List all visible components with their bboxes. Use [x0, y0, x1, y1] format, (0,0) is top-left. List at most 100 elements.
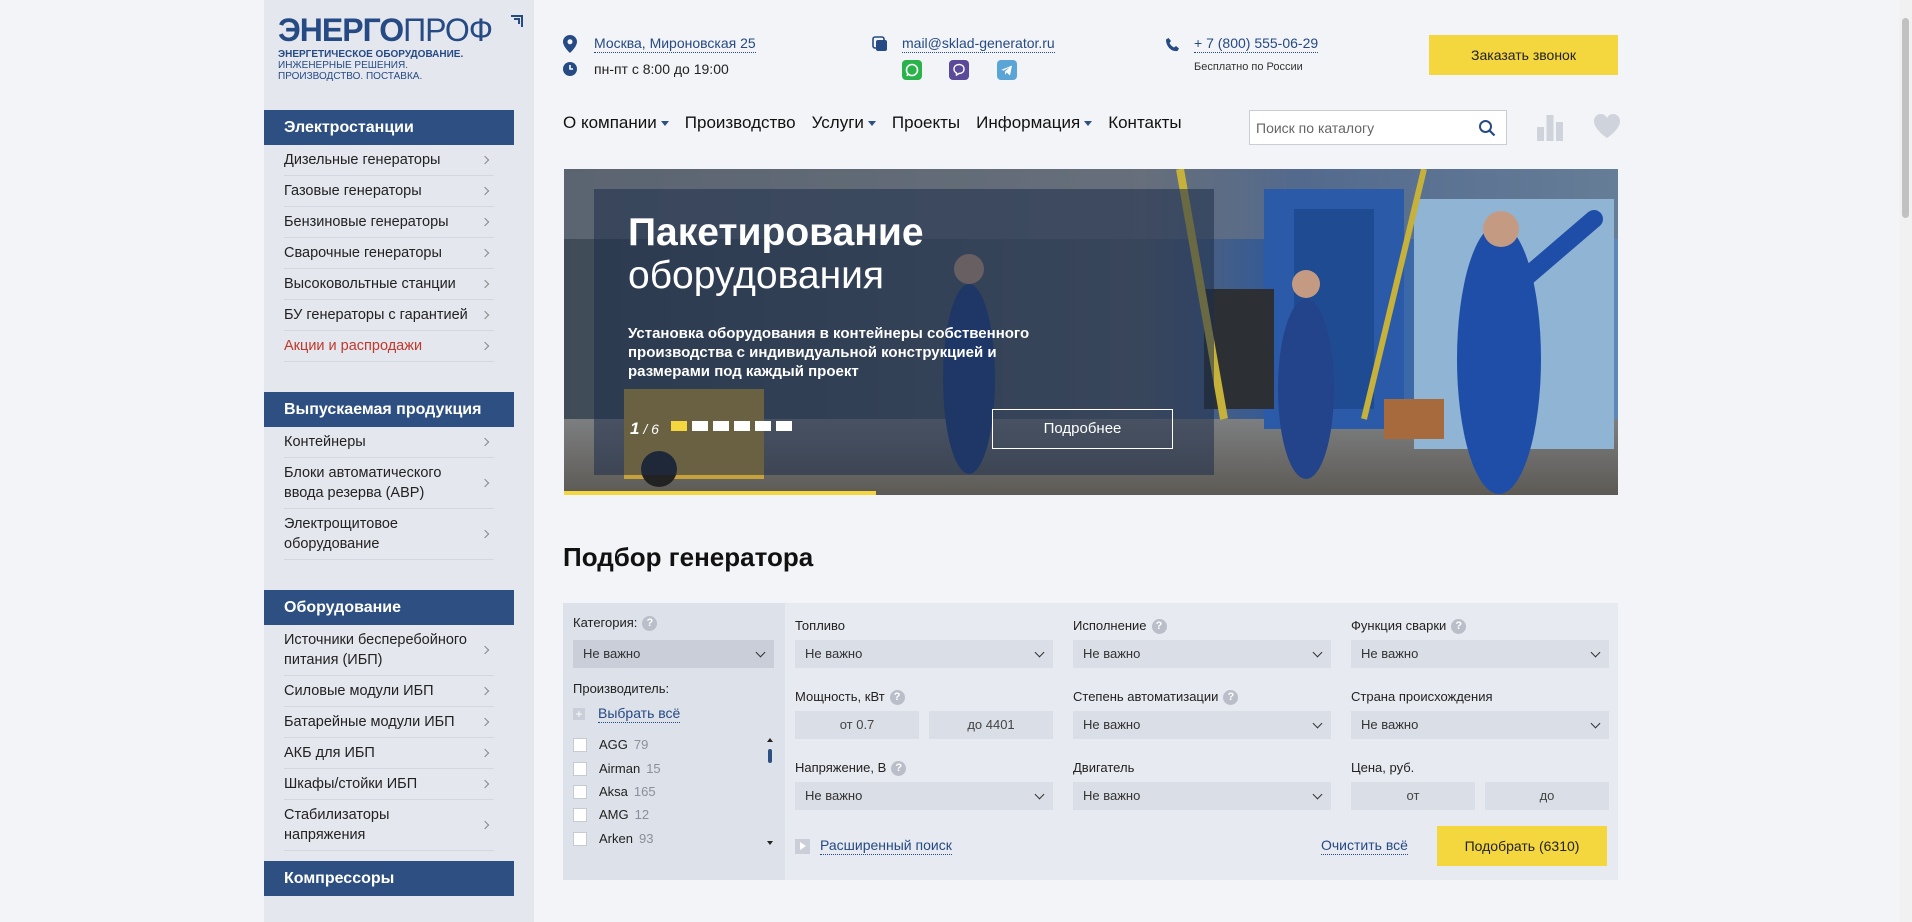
manufacturer-checkbox[interactable]: Airman 15 [573, 761, 661, 776]
hero-banner[interactable]: Пакетирование оборудования Установка обо… [564, 169, 1618, 495]
nav-item-services[interactable]: Услуги [812, 113, 876, 133]
sidebar-item-cabinets[interactable]: Шкафы/стойки ИБП [284, 769, 494, 800]
sidebar-item-used[interactable]: БУ генераторы с гарантией [284, 300, 494, 331]
advanced-search-link[interactable]: Расширенный поиск [795, 837, 952, 855]
sidebar-item-sales[interactable]: Акции и распродажи [284, 331, 494, 362]
manufacturer-checkbox[interactable]: Arken 93 [573, 831, 653, 846]
help-icon[interactable]: ? [1451, 619, 1467, 635]
clear-all-link[interactable]: Очистить всё [1321, 837, 1408, 855]
slide-dot[interactable] [713, 421, 729, 431]
logo[interactable]: ЭНЕРГОПРОФ ЭНЕРГЕТИЧЕСКОЕ ОБОРУДОВАНИЕ. … [278, 14, 523, 94]
sidebar-item-petrol[interactable]: Бензиновые генераторы [284, 207, 494, 238]
sidebar-item-ups[interactable]: Источники бесперебойного питания (ИБП) [284, 625, 494, 676]
sidebar-item-containers[interactable]: Контейнеры [284, 427, 494, 458]
sidebar-item-stabilizers[interactable]: Стабилизаторы напряжения [284, 800, 494, 851]
welding-label: Функция сварки? [1351, 618, 1467, 635]
voltage-select[interactable]: Не важно [795, 782, 1053, 810]
sidebar-item-battery-modules[interactable]: Батарейные модули ИБП [284, 707, 494, 738]
price-to-input[interactable]: до [1485, 782, 1609, 810]
welding-select[interactable]: Не важно [1351, 640, 1609, 668]
slide-dot[interactable] [692, 421, 708, 431]
nav-item-info[interactable]: Информация [976, 113, 1093, 133]
power-from-input[interactable]: от 0.7 [795, 711, 919, 739]
slide-dots [671, 421, 792, 431]
sidebar-item-batteries[interactable]: АКБ для ИБП [284, 738, 494, 769]
catalog-search [1249, 110, 1507, 145]
copy-email-icon[interactable] [872, 36, 888, 52]
search-input[interactable] [1250, 111, 1460, 144]
help-icon[interactable]: ? [891, 761, 907, 777]
whatsapp-icon[interactable] [902, 60, 922, 80]
telegram-icon[interactable] [997, 60, 1017, 80]
selector-title: Подбор генератора [563, 542, 814, 572]
sidebar-item-power-modules[interactable]: Силовые модули ИБП [284, 676, 494, 707]
slide-dot[interactable] [755, 421, 771, 431]
order-call-button[interactable]: Заказать звонок [1429, 35, 1618, 75]
pick-button[interactable]: Подобрать (6310) [1437, 826, 1607, 866]
manufacturer-checkbox[interactable]: Aksa 165 [573, 784, 656, 799]
category-select[interactable]: Не важно [573, 640, 774, 668]
help-icon[interactable]: ? [1223, 690, 1239, 706]
slide-progress-bar [564, 491, 876, 495]
select-all-manufacturers[interactable]: + Выбрать всё [573, 705, 681, 723]
plus-icon: + [573, 708, 585, 720]
logo-corner-icon [511, 15, 523, 27]
sidebar-item-gas[interactable]: Газовые генераторы [284, 176, 494, 207]
slide-dot[interactable] [776, 421, 792, 431]
voltage-label: Напряжение, В? [795, 760, 907, 777]
price-from-input[interactable]: от [1351, 782, 1475, 810]
chevron-down-icon [660, 120, 669, 126]
engine-select[interactable]: Не важно [1073, 782, 1331, 810]
sidebar-item-ats[interactable]: Блоки автоматического ввода резерва (АВР… [284, 458, 494, 509]
main-nav: О компании Производство Услуги Проекты И… [563, 113, 1198, 133]
slide-dot[interactable] [671, 421, 687, 431]
design-label: Исполнение? [1073, 618, 1167, 635]
sidebar-item-high-voltage[interactable]: Высоковольтные станции [284, 269, 494, 300]
work-hours: пн-пт с 8:00 до 19:00 [594, 61, 729, 77]
country-select[interactable]: Не важно [1351, 711, 1609, 739]
sidebar-item-switchgear[interactable]: Электрощитовое оборудование [284, 509, 494, 560]
address-link[interactable]: Москва, Мироновская 25 [594, 35, 756, 53]
nav-item-production[interactable]: Производство [685, 113, 796, 133]
fuel-select[interactable]: Не важно [795, 640, 1053, 668]
email-link[interactable]: mail@sklad-generator.ru [902, 35, 1055, 53]
slide-dot[interactable] [734, 421, 750, 431]
category-label: Категория:? [573, 615, 658, 632]
nav-item-about[interactable]: О компании [563, 113, 669, 133]
sidebar-section-products: Выпускаемая продукция Контейнеры Блоки а… [264, 392, 514, 560]
sidebar-item-diesel[interactable]: Дизельные генераторы [284, 145, 494, 176]
design-select[interactable]: Не важно [1073, 640, 1331, 668]
sidebar-item-welding[interactable]: Сварочные генераторы [284, 238, 494, 269]
sidebar-section-title[interactable]: Оборудование [264, 590, 514, 625]
viber-icon[interactable] [949, 60, 969, 80]
banner-description: Установка оборудования в контейнеры собс… [628, 325, 1030, 380]
automation-select[interactable]: Не важно [1073, 711, 1331, 739]
help-icon[interactable]: ? [1151, 619, 1167, 635]
clock-icon [563, 62, 577, 76]
banner-more-button[interactable]: Подробнее [992, 409, 1173, 449]
chevron-down-icon [1084, 120, 1093, 126]
play-icon [795, 838, 810, 854]
page-scrollbar[interactable] [1899, 0, 1912, 922]
manufacturer-scrollbar[interactable] [767, 737, 773, 847]
sidebar: ЭНЕРГОПРОФ ЭНЕРГЕТИЧЕСКОЕ ОБОРУДОВАНИЕ. … [264, 0, 534, 922]
manufacturer-checkbox[interactable]: AMG 12 [573, 807, 649, 822]
help-icon[interactable]: ? [889, 690, 905, 706]
nav-item-projects[interactable]: Проекты [892, 113, 960, 133]
filter-left-panel: Категория:? Не важно Производитель: + Выб… [563, 603, 785, 880]
phone-link[interactable]: + 7 (800) 555-06-29 [1194, 35, 1319, 53]
sidebar-section-title[interactable]: Электростанции [264, 110, 514, 145]
manufacturer-checkbox[interactable]: AGG 79 [573, 737, 648, 752]
location-pin-icon [563, 35, 577, 53]
sidebar-section-equipment: Оборудование Источники бесперебойного пи… [264, 590, 514, 851]
search-icon[interactable] [1478, 119, 1496, 137]
power-to-input[interactable]: до 4401 [929, 711, 1053, 739]
compare-icon[interactable] [1537, 113, 1563, 141]
sidebar-section-title[interactable]: Компрессоры [264, 861, 514, 896]
heart-icon[interactable] [1594, 114, 1620, 138]
nav-item-contacts[interactable]: Контакты [1108, 113, 1181, 133]
sidebar-section-title[interactable]: Выпускаемая продукция [264, 392, 514, 427]
help-icon[interactable]: ? [642, 616, 658, 632]
power-label: Мощность, кВт? [795, 689, 905, 706]
chevron-down-icon [867, 120, 876, 126]
